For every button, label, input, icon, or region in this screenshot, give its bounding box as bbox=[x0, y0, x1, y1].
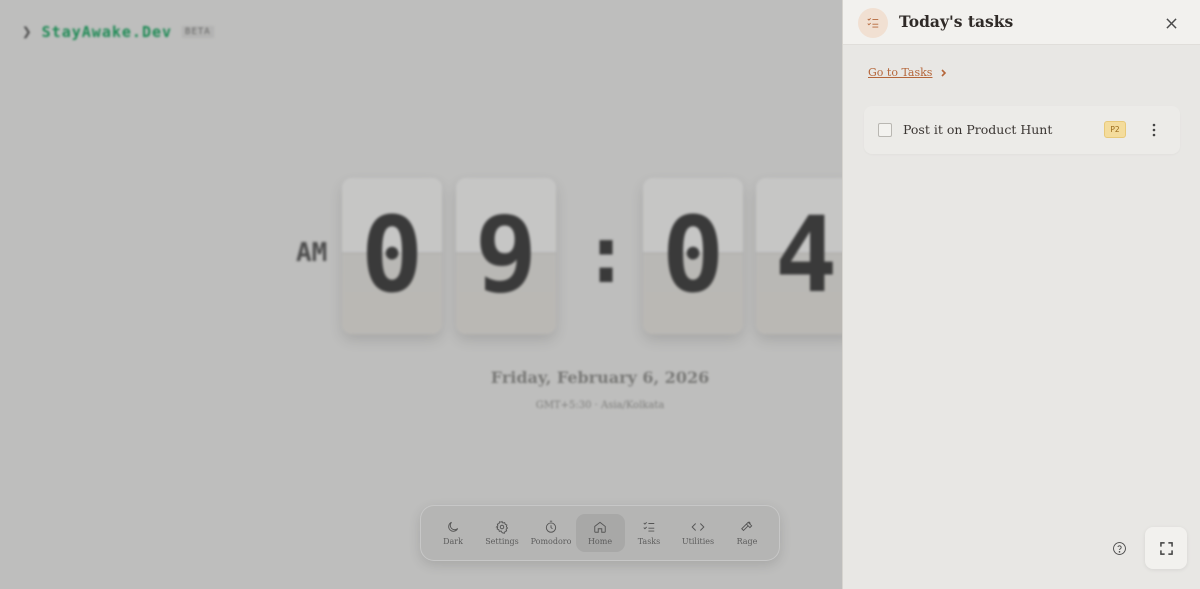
task-text: Post it on Product Hunt bbox=[903, 122, 1053, 137]
meridiem-label: AM bbox=[296, 238, 328, 268]
panel-header: Today's tasks bbox=[843, 0, 1200, 45]
dock-item-label: Utilities bbox=[681, 537, 715, 546]
time-separator: : bbox=[582, 208, 631, 301]
dock-item-rage[interactable]: Rage bbox=[723, 514, 772, 552]
more-vertical-icon bbox=[1152, 123, 1156, 137]
priority-badge: P2 bbox=[1104, 121, 1126, 138]
brand-name: StayAwake.Dev bbox=[41, 22, 173, 41]
dock-item-label: Dark bbox=[443, 537, 463, 546]
bottom-dock: Dark Settings Pomodoro Home Tasks Utilit… bbox=[420, 505, 780, 561]
timer-icon bbox=[545, 520, 557, 533]
go-to-tasks-link[interactable]: Go to Tasks bbox=[868, 66, 948, 79]
tasks-panel: Today's tasks Go to Tasks Post it on Pro… bbox=[842, 0, 1200, 589]
dock-item-label: Tasks bbox=[637, 537, 661, 546]
dock-item-pomodoro[interactable]: Pomodoro bbox=[527, 514, 576, 552]
brand: ❯ StayAwake.Dev BETA bbox=[22, 22, 214, 41]
dock-item-label: Settings bbox=[485, 537, 519, 546]
dock-item-label: Home bbox=[587, 537, 613, 546]
minute-digit: 4 bbox=[774, 194, 838, 316]
hour-digit-card: 0 bbox=[342, 178, 442, 334]
dock-item-dark[interactable]: Dark bbox=[429, 514, 478, 552]
hour-digit: 0 bbox=[360, 194, 424, 316]
brand-prompt-icon: ❯ bbox=[22, 22, 32, 41]
moon-icon bbox=[448, 521, 459, 532]
close-panel-button[interactable] bbox=[1161, 13, 1181, 33]
fullscreen-icon bbox=[1159, 541, 1173, 555]
chevron-right-icon bbox=[941, 68, 947, 77]
minute-digit: 0 bbox=[661, 194, 725, 316]
hammer-icon bbox=[741, 521, 753, 532]
brand-tag: BETA bbox=[182, 25, 214, 38]
dock-item-home[interactable]: Home bbox=[575, 514, 625, 552]
task-checkbox[interactable] bbox=[878, 123, 892, 137]
dock-item-settings[interactable]: Settings bbox=[478, 514, 527, 552]
hour-digit: 9 bbox=[474, 194, 538, 316]
dock-item-utilities[interactable]: Utilities bbox=[674, 514, 723, 552]
dock-item-label: Pomodoro bbox=[530, 537, 572, 546]
minute-digit-card: 0 bbox=[643, 178, 743, 334]
code-icon bbox=[691, 523, 705, 531]
hour-digit-card: 9 bbox=[456, 178, 556, 334]
home-icon bbox=[594, 521, 606, 533]
panel-title: Today's tasks bbox=[899, 12, 1014, 31]
dock-item-tasks[interactable]: Tasks bbox=[625, 514, 674, 552]
checklist-icon bbox=[858, 8, 888, 38]
app-root: ❯ StayAwake.Dev BETA AM 0 9 : 0 4 Friday… bbox=[0, 0, 1200, 589]
help-icon bbox=[1112, 541, 1126, 555]
close-icon bbox=[1165, 17, 1177, 29]
dock-item-label: Rage bbox=[736, 537, 758, 546]
checklist-icon bbox=[643, 522, 655, 532]
minute-digit-card: 4 bbox=[756, 178, 856, 334]
help-button[interactable] bbox=[1109, 538, 1129, 558]
task-menu-button[interactable] bbox=[1145, 121, 1163, 139]
go-to-tasks-label: Go to Tasks bbox=[868, 66, 933, 79]
fullscreen-button[interactable] bbox=[1145, 527, 1187, 569]
gear-icon bbox=[495, 520, 509, 534]
task-item[interactable]: Post it on Product Hunt P2 bbox=[864, 106, 1180, 154]
